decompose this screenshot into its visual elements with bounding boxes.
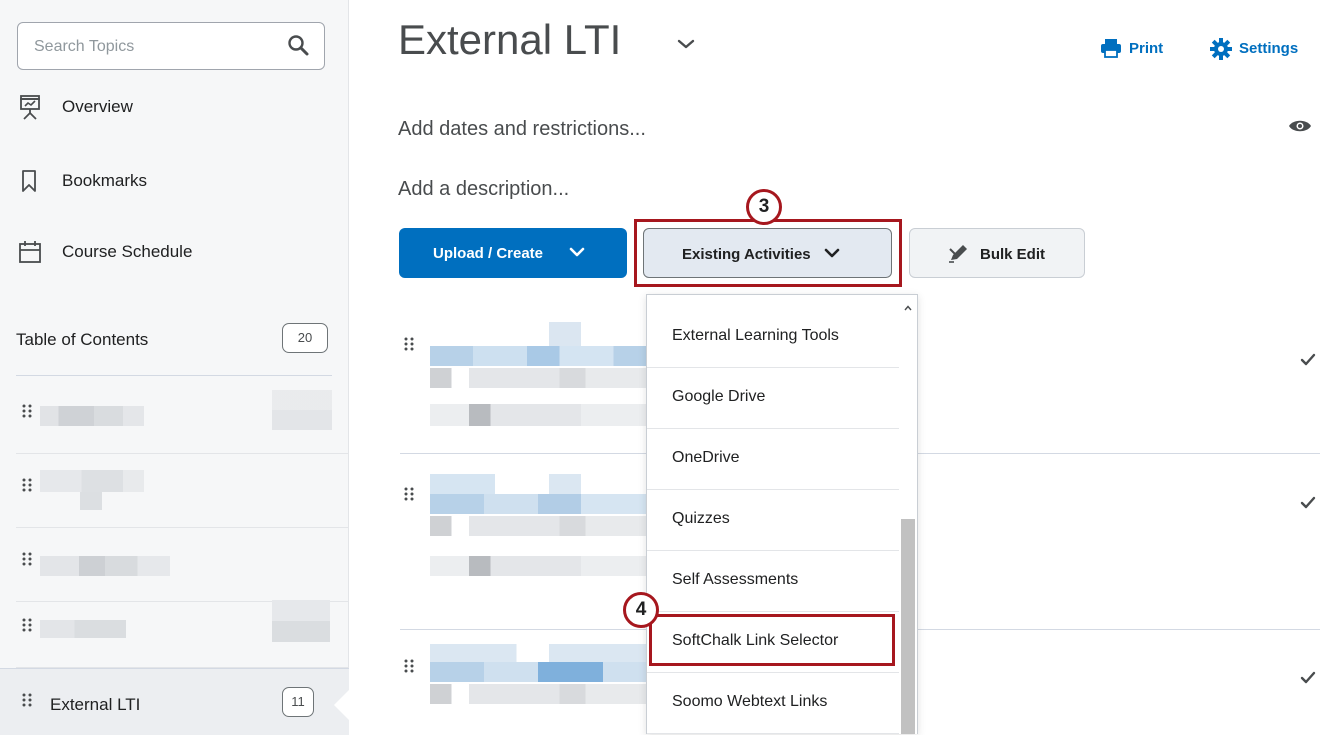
- drag-handle-icon[interactable]: [22, 404, 32, 420]
- blurred-content: [40, 406, 144, 426]
- sidebar-item-label: Overview: [62, 97, 133, 116]
- drag-handle-icon[interactable]: [404, 337, 414, 353]
- sidebar-item-overview[interactable]: Overview: [0, 88, 348, 128]
- blurred-content: [430, 494, 646, 514]
- pencil-icon: [949, 245, 967, 263]
- add-dates-link[interactable]: Add dates and restrictions...: [398, 118, 646, 141]
- menu-item-label: External Learning Tools: [672, 327, 839, 344]
- drag-handle-icon[interactable]: [404, 659, 414, 675]
- menu-item-label: Self Assessments: [672, 571, 799, 588]
- module-row[interactable]: [16, 528, 348, 602]
- add-description-link[interactable]: Add a description...: [398, 178, 569, 201]
- menu-item-label: Quizzes: [672, 510, 730, 527]
- drag-handle-icon[interactable]: [22, 693, 32, 709]
- callout-highlight-existing-activities: [634, 219, 902, 287]
- menu-item-soomo-webtext-links[interactable]: Soomo Webtext Links: [647, 673, 899, 734]
- drag-handle-icon[interactable]: [22, 478, 32, 494]
- callout-step-3: 3: [746, 189, 782, 225]
- sidebar-item-bookmarks[interactable]: Bookmarks: [0, 162, 348, 202]
- blurred-content: [40, 470, 144, 492]
- calendar-icon: [19, 241, 41, 263]
- sidebar-item-label: External LTI: [50, 695, 141, 714]
- module-count-badge: 11: [282, 687, 314, 717]
- menu-item-onedrive[interactable]: OneDrive: [647, 429, 899, 490]
- search-box: [17, 22, 325, 70]
- divider: [16, 375, 332, 376]
- sidebar: Overview Bookmarks Course Schedule Table…: [0, 0, 350, 735]
- active-indicator: [334, 689, 350, 721]
- eye-icon[interactable]: [1288, 118, 1312, 134]
- scrollbar-thumb[interactable]: [901, 519, 915, 734]
- sidebar-item-label: Course Schedule: [62, 242, 193, 261]
- upload-create-button[interactable]: Upload / Create: [399, 228, 627, 278]
- callout-highlight-softchalk: [649, 614, 895, 666]
- checkmark-icon: [1300, 353, 1316, 366]
- upload-create-label: Upload / Create: [433, 245, 544, 262]
- existing-activities-menu: External Learning Tools Google Drive One…: [646, 294, 918, 734]
- menu-item-label: Soomo Webtext Links: [672, 693, 828, 710]
- toc-count-badge: 20: [282, 323, 328, 353]
- settings-label: Settings: [1239, 40, 1299, 57]
- table-of-contents-label: Table of Contents: [16, 330, 149, 349]
- blurred-content: [430, 684, 646, 704]
- sidebar-item-label: Bookmarks: [62, 171, 148, 190]
- blurred-content: [430, 662, 646, 682]
- blurred-content: [430, 556, 646, 576]
- blurred-content: [40, 556, 170, 576]
- blurred-content: [430, 346, 646, 366]
- presentation-icon: [20, 95, 40, 120]
- sidebar-item-external-lti[interactable]: External LTI 11: [0, 668, 350, 735]
- menu-item-google-drive[interactable]: Google Drive: [647, 368, 899, 429]
- blurred-content: [430, 516, 646, 536]
- checkmark-icon: [1300, 671, 1316, 684]
- blurred-content: [40, 620, 126, 638]
- callout-step-4: 4: [623, 592, 659, 628]
- blurred-content: [430, 404, 646, 426]
- checkmark-icon: [1300, 496, 1316, 509]
- drag-handle-icon[interactable]: [22, 552, 32, 568]
- drag-handle-icon[interactable]: [22, 618, 32, 634]
- menu-item-label: OneDrive: [672, 449, 740, 466]
- blurred-content: [430, 368, 646, 388]
- drag-handle-icon[interactable]: [404, 487, 414, 503]
- print-label: Print: [1129, 40, 1164, 57]
- module-row[interactable]: [16, 594, 348, 668]
- page-title[interactable]: External LTI: [398, 16, 621, 64]
- menu-item-label: Google Drive: [672, 388, 766, 405]
- blurred-content: [272, 390, 332, 430]
- sidebar-item-course-schedule[interactable]: Course Schedule: [0, 233, 348, 273]
- module-row[interactable]: [16, 380, 348, 454]
- table-of-contents-header[interactable]: Table of Contents 20: [16, 320, 332, 360]
- module-row[interactable]: [16, 454, 348, 528]
- bookmark-icon: [22, 170, 36, 192]
- bulk-edit-label: Bulk Edit: [980, 246, 1046, 263]
- blurred-content: [430, 322, 646, 346]
- blurred-content: [430, 474, 646, 494]
- menu-item-self-assessments[interactable]: Self Assessments: [647, 551, 899, 612]
- search-input[interactable]: [32, 34, 276, 60]
- chevron-down-icon[interactable]: [676, 38, 696, 50]
- search-icon[interactable]: [286, 33, 310, 57]
- blurred-content: [272, 600, 330, 642]
- gear-icon: [1210, 38, 1232, 60]
- blurred-content: [80, 492, 102, 510]
- bulk-edit-button[interactable]: Bulk Edit: [909, 228, 1085, 278]
- blurred-content: [430, 644, 646, 662]
- chevron-down-icon: [569, 247, 585, 257]
- printer-icon: [1101, 39, 1121, 58]
- menu-item-external-learning-tools[interactable]: External Learning Tools: [647, 307, 899, 368]
- scroll-up-arrow-icon[interactable]: [904, 305, 912, 311]
- menu-item-quizzes[interactable]: Quizzes: [647, 490, 899, 551]
